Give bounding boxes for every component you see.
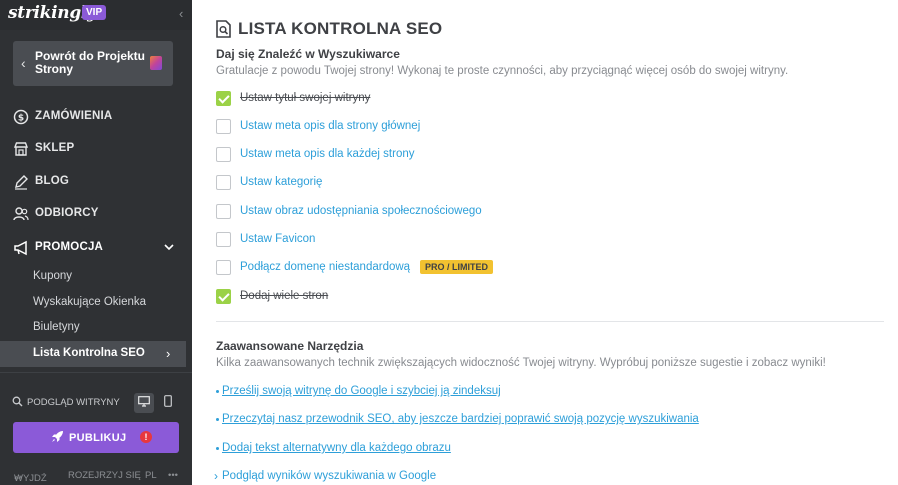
dollar-circle-icon: $: [12, 108, 30, 126]
main-content: LISTA KONTROLNA SEO Daj się Znaleźć w Wy…: [192, 0, 898, 485]
checklist-label: Ustaw tytuł swojej witryny: [240, 92, 371, 104]
submenu-label: Lista Kontrolna SEO: [33, 347, 145, 359]
mobile-preview-button[interactable]: [158, 393, 178, 413]
sidebar-header: strikingly VIP ‹: [0, 0, 192, 30]
users-icon: [12, 205, 30, 223]
google-preview-toggle[interactable]: Podgląd wyników wyszukiwania w Google: [222, 470, 436, 482]
checkbox-checked[interactable]: [216, 289, 231, 304]
nav-label: SKLEP: [35, 142, 75, 154]
publish-label: PUBLIKUJ: [69, 432, 127, 444]
pro-limited-badge: PRO / LIMITED: [420, 260, 493, 274]
checklist-label[interactable]: Ustaw kategorię: [240, 176, 322, 188]
sidebar-footer: ↩ WYJDŹ ROZEJRZYJ SIĘ PL •••: [0, 467, 192, 485]
checkbox[interactable]: [216, 260, 231, 275]
desktop-icon: [138, 394, 150, 412]
submenu-item-coupons[interactable]: Kupony: [0, 264, 186, 290]
page-title: LISTA KONTROLNA SEO: [238, 19, 443, 38]
mobile-icon: [164, 394, 172, 412]
checklist-label[interactable]: Ustaw Favicon: [240, 233, 315, 245]
checkbox[interactable]: [216, 175, 231, 190]
svg-text:$: $: [18, 114, 24, 124]
site-thumbnail-icon: [150, 56, 162, 70]
nav-item-audience[interactable]: ODBIORCY: [0, 200, 186, 228]
link-seo-guide[interactable]: Przeczytaj nasz przewodnik SEO, aby jesz…: [222, 413, 699, 425]
nav-item-blog[interactable]: BLOG: [0, 168, 186, 196]
submenu-label: Biuletyny: [33, 321, 80, 333]
publish-button[interactable]: PUBLIKUJ !: [13, 422, 179, 453]
checklist-label[interactable]: Ustaw obraz udostępniania społecznościow…: [240, 205, 482, 217]
back-button-label: Powrót do Projektu Strony: [35, 49, 146, 76]
language-selector[interactable]: PL: [145, 470, 157, 481]
sidebar: strikingly VIP ‹ ‹ Powrót do Projektu St…: [0, 0, 192, 485]
store-icon: [12, 140, 30, 158]
nav-item-orders[interactable]: $ ZAMÓWIENIA: [0, 103, 186, 131]
link-submit-to-google[interactable]: Prześlij swoją witrynę do Google i szybc…: [222, 385, 501, 397]
checkbox[interactable]: [216, 147, 231, 162]
bullet: [216, 418, 219, 421]
collapse-sidebar-icon[interactable]: ‹: [179, 6, 183, 21]
section-divider: [216, 321, 884, 322]
exit-label: WYJDŹ: [14, 473, 47, 484]
submenu-label: Kupony: [33, 270, 73, 282]
magnifier-icon: [12, 396, 23, 410]
pen-icon: [12, 173, 30, 191]
sidebar-divider: [0, 372, 192, 373]
nav-item-promotion[interactable]: PROMOCJA: [0, 234, 186, 262]
nav-label: PROMOCJA: [35, 241, 104, 253]
chevron-left-icon: ‹: [21, 55, 26, 71]
section-description: Gratulacje z powodu Twojej strony! Wykon…: [216, 65, 789, 77]
nav-label: ZAMÓWIENIA: [35, 110, 113, 122]
submenu-item-seo-checklist[interactable]: Lista Kontrolna SEO ›: [0, 341, 186, 367]
desktop-preview-button[interactable]: [134, 393, 154, 413]
section-heading-get-found: Daj się Znaleźć w Wyszukiwarce: [216, 47, 400, 61]
checklist-label: Dodaj wiele stron: [240, 290, 329, 302]
seo-search-icon: [216, 20, 231, 43]
explore-link[interactable]: ROZEJRZYJ SIĘ: [68, 470, 141, 481]
nav-item-store[interactable]: SKLEP: [0, 135, 186, 163]
checkbox-checked[interactable]: [216, 91, 231, 106]
vip-badge: VIP: [82, 5, 107, 20]
checkbox[interactable]: [216, 232, 231, 247]
nav-label: ODBIORCY: [35, 207, 99, 219]
checklist-label[interactable]: Ustaw meta opis dla każdej strony: [240, 148, 415, 160]
checkbox[interactable]: [216, 119, 231, 134]
megaphone-icon: [12, 239, 30, 257]
back-to-site-editor-button[interactable]: ‹ Powrót do Projektu Strony: [13, 41, 173, 86]
nav-label: BLOG: [35, 175, 70, 187]
rocket-icon: [51, 430, 64, 448]
submenu-label: Wyskakujące Okienka: [33, 296, 147, 308]
checklist-label[interactable]: Podłącz domenę niestandardową: [240, 261, 410, 273]
bullet: [216, 447, 219, 450]
checkbox[interactable]: [216, 204, 231, 219]
chevron-right-icon: ›: [166, 346, 171, 361]
checklist-label[interactable]: Ustaw meta opis dla strony głównej: [240, 120, 420, 132]
chevron-down-icon: [163, 240, 175, 258]
preview-label: PODGLĄD WITRYNY: [27, 397, 120, 408]
submenu-item-newsletters[interactable]: Biuletyny: [0, 315, 186, 341]
section-heading-advanced-tools: Zaawansowane Narzędzia: [216, 339, 364, 353]
warning-icon: !: [140, 431, 152, 443]
chevron-right-icon[interactable]: ›: [214, 469, 218, 483]
submenu-item-popups[interactable]: Wyskakujące Okienka: [0, 290, 186, 316]
bullet: [216, 390, 219, 393]
link-alt-text[interactable]: Dodaj tekst alternatywny dla każdego obr…: [222, 442, 451, 454]
more-menu-icon[interactable]: •••: [168, 470, 178, 481]
section-description: Kilka zaawansowanych technik zwiększając…: [216, 357, 826, 369]
